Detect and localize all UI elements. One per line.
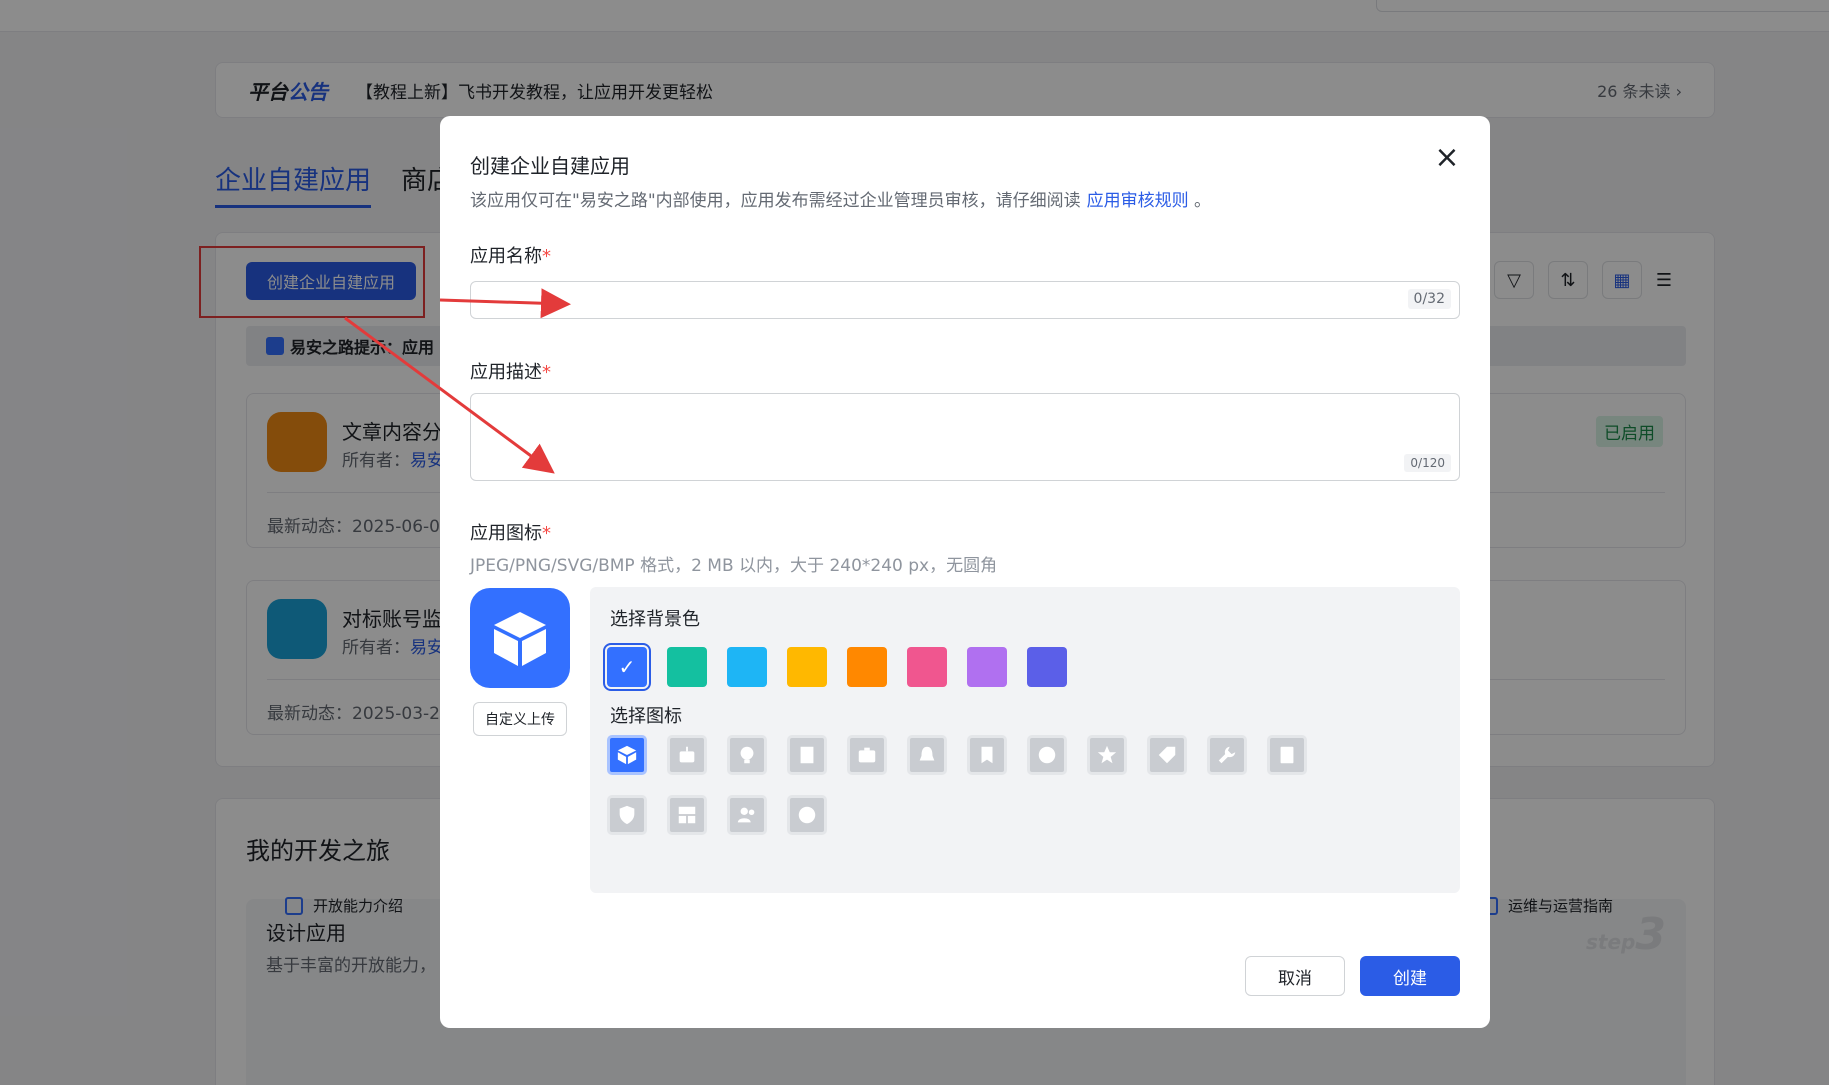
shield-icon[interactable] bbox=[607, 795, 647, 835]
icon-preview bbox=[470, 588, 570, 688]
layout-icon[interactable] bbox=[667, 795, 707, 835]
dialog-subtitle: 该应用仅可在"易安之路"内部使用，应用发布需经过企业管理员审核，请仔细阅读 应用审… bbox=[470, 191, 1212, 211]
review-rules-link[interactable]: 应用审核规则 bbox=[1087, 191, 1189, 211]
app-desc-input[interactable]: 0/120 bbox=[470, 393, 1460, 481]
cube-icon[interactable] bbox=[607, 735, 647, 775]
bookmark-icon[interactable] bbox=[967, 735, 1007, 775]
create-button[interactable]: 创建 bbox=[1360, 956, 1460, 996]
color-swatch-cyan[interactable] bbox=[727, 647, 767, 687]
color-swatch-purple[interactable] bbox=[967, 647, 1007, 687]
document-icon[interactable] bbox=[1267, 735, 1307, 775]
bg-color-title: 选择背景色 bbox=[610, 609, 700, 630]
custom-upload-button[interactable]: 自定义上传 bbox=[473, 702, 567, 736]
star-icon[interactable] bbox=[1087, 735, 1127, 775]
app-name-input[interactable]: 0/32 bbox=[470, 281, 1460, 319]
dialog-title: 创建企业自建应用 bbox=[470, 154, 630, 178]
app-icon-label: 应用图标* bbox=[470, 523, 551, 544]
icon-format-hint: JPEG/PNG/SVG/BMP 格式，2 MB 以内，大于 240*240 p… bbox=[470, 556, 998, 576]
create-app-dialog: 创建企业自建应用 × 该应用仅可在"易安之路"内部使用，应用发布需经过企业管理员… bbox=[440, 116, 1490, 1028]
users-icon[interactable] bbox=[727, 795, 767, 835]
robot-icon[interactable] bbox=[667, 735, 707, 775]
name-counter: 0/32 bbox=[1407, 289, 1451, 309]
desc-counter: 0/120 bbox=[1404, 454, 1451, 472]
app-name-label: 应用名称* bbox=[470, 246, 551, 267]
tag-icon[interactable] bbox=[1147, 735, 1187, 775]
color-swatch-indigo[interactable] bbox=[1027, 647, 1067, 687]
door-icon[interactable] bbox=[787, 735, 827, 775]
color-swatch-blue[interactable]: ✓ bbox=[603, 643, 651, 691]
cube-icon bbox=[494, 612, 546, 666]
color-swatch-orange[interactable] bbox=[847, 647, 887, 687]
bell-icon[interactable] bbox=[907, 735, 947, 775]
briefcase-icon[interactable] bbox=[847, 735, 887, 775]
cancel-button[interactable]: 取消 bbox=[1245, 956, 1345, 996]
close-icon[interactable]: × bbox=[1432, 143, 1462, 174]
app-desc-label: 应用描述* bbox=[470, 362, 551, 383]
code-icon[interactable] bbox=[787, 795, 827, 835]
bulb-icon[interactable] bbox=[727, 735, 767, 775]
icon-picker-panel: 选择背景色 ✓ 选择图标 bbox=[590, 587, 1460, 893]
color-swatch-pink[interactable] bbox=[907, 647, 947, 687]
icon-title: 选择图标 bbox=[610, 706, 682, 727]
pie-chart-icon[interactable] bbox=[1027, 735, 1067, 775]
color-swatch-teal[interactable] bbox=[667, 647, 707, 687]
wrench-icon[interactable] bbox=[1207, 735, 1247, 775]
color-swatch-yellow[interactable] bbox=[787, 647, 827, 687]
